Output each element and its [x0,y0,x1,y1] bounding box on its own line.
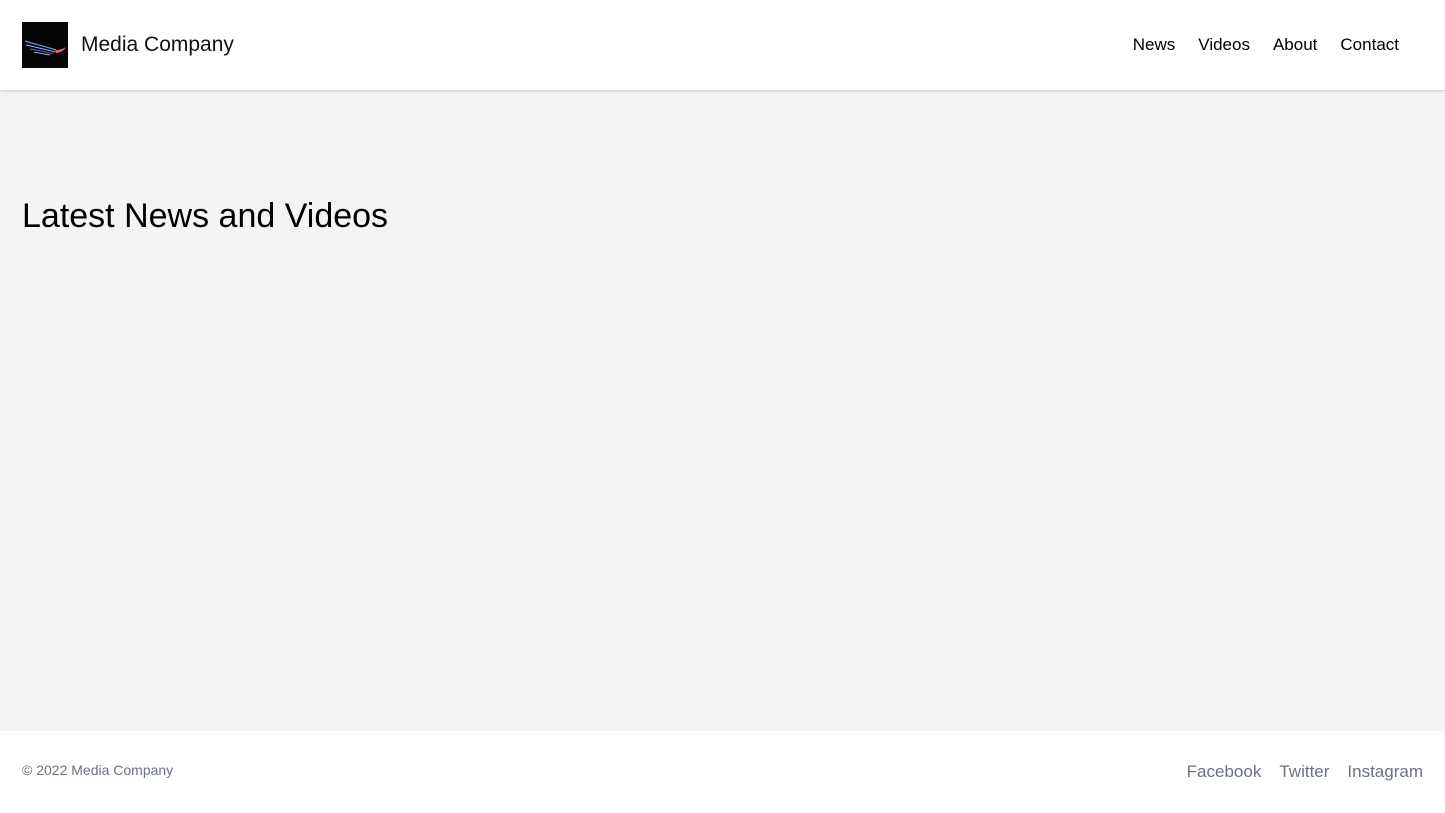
nav-link-news[interactable]: News [1133,35,1176,55]
nav-link-contact[interactable]: Contact [1340,35,1399,55]
brand[interactable]: Media Company [22,22,234,68]
copyright-text: © 2022 Media Company [22,762,174,778]
brand-name-link[interactable]: Media Company [81,33,234,57]
site-footer: © 2022 Media Company Facebook Twitter In… [0,731,1445,813]
main-content: Latest News and Videos [0,91,1445,731]
media-company-logo-icon[interactable] [22,22,68,68]
nav-link-videos[interactable]: Videos [1198,35,1250,55]
social-link-twitter[interactable]: Twitter [1279,762,1329,782]
main-nav: News Videos About Contact [1110,35,1399,55]
social-link-instagram[interactable]: Instagram [1347,762,1423,782]
nav-link-about[interactable]: About [1273,35,1317,55]
site-header: Media Company News Videos About Contact [0,0,1445,90]
social-link-facebook[interactable]: Facebook [1187,762,1262,782]
social-links: Facebook Twitter Instagram [1169,762,1423,782]
page-title: Latest News and Videos [22,197,389,235]
